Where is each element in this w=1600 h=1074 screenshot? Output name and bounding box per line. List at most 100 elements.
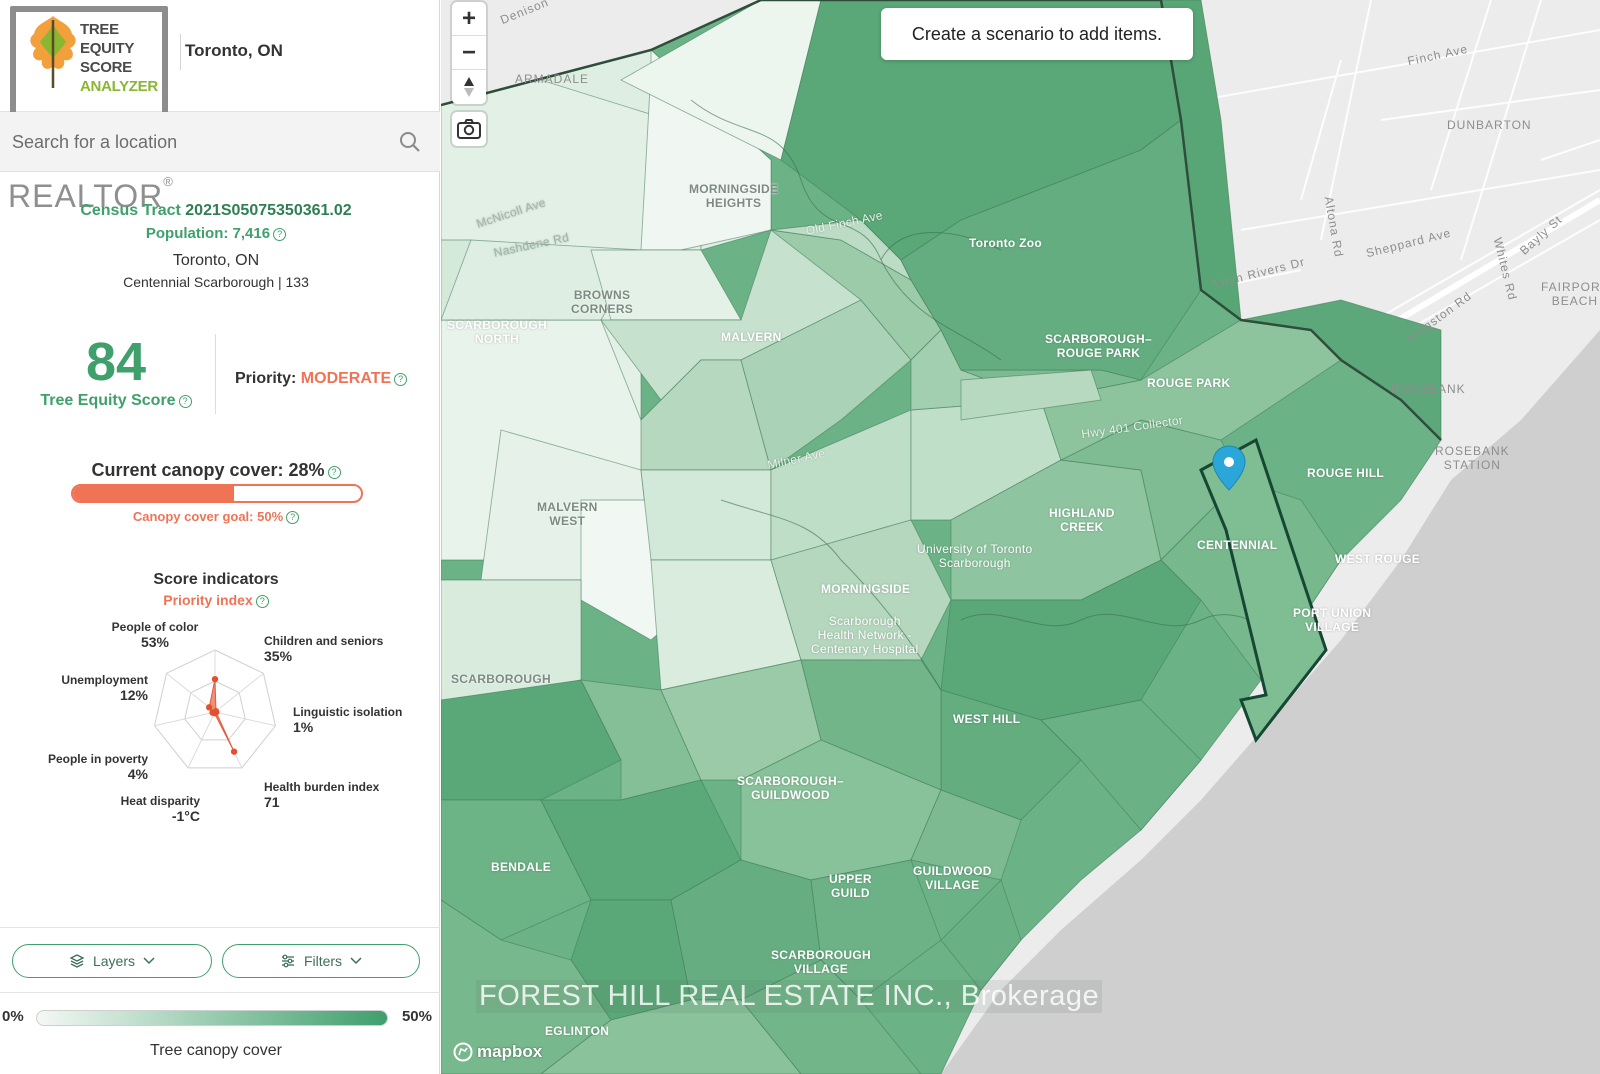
tract-location: Toronto, ON	[172, 252, 260, 269]
map-label: MALVERN WEST	[537, 500, 598, 528]
logo-line-1: TREE	[80, 21, 119, 38]
tract-subarea: Centennial Scarborough | 133	[123, 274, 309, 290]
header-city: Toronto, ON	[180, 34, 283, 70]
map-label: SCARBOROUGH– GUILDWOOD	[737, 774, 844, 802]
tree-equity-score: 84 Tree Equity Score?	[36, 332, 196, 410]
legend-min: 0%	[2, 1008, 24, 1025]
help-icon[interactable]: ?	[394, 373, 408, 386]
census-tract: Census Tract 2021S05075350361.02	[0, 202, 432, 220]
canopy-progress-bar	[71, 484, 363, 503]
layers-label: Layers	[92, 953, 136, 969]
map-label: Toronto Zoo	[969, 236, 1043, 250]
legend-gradient	[36, 1010, 388, 1026]
help-icon[interactable]: ?	[255, 595, 269, 608]
screenshot-button[interactable]	[452, 112, 486, 146]
map-label: PORT UNION VILLAGE	[1293, 606, 1372, 634]
search-input[interactable]	[0, 112, 390, 172]
priority-value: MODERATE	[300, 370, 392, 387]
map-label: MALVERN	[721, 330, 782, 344]
map-label: SCARBOROUGH VILLAGE	[771, 948, 871, 976]
map-canvas[interactable]: + − Create a scenario to add items. MORN…	[441, 0, 1600, 1074]
help-icon[interactable]: ?	[286, 511, 300, 524]
legend-caption: Tree canopy cover	[150, 1042, 282, 1059]
map-label: FAIRPORTBEACH	[1541, 280, 1600, 308]
radar-axis	[214, 672, 264, 713]
canopy-legend: 0% 50% Tree canopy cover	[0, 1000, 440, 1074]
radar-axis	[214, 711, 276, 727]
map-label: MORNINGSIDE HEIGHTS	[689, 182, 779, 210]
layer-filter-bar: Layers Filters	[0, 927, 440, 993]
oak-leaf-icon	[30, 16, 76, 88]
layers-button[interactable]: Layers	[12, 944, 212, 978]
map-label: BENDALE	[491, 860, 552, 874]
map-label: University of Toronto Scarborough	[917, 542, 1033, 570]
zoom-controls: + −	[452, 2, 486, 104]
map-label: HIGHLAND CREEK	[1049, 506, 1115, 534]
score-label: Tree Equity Score?	[36, 392, 196, 410]
canopy-progress-fill	[73, 486, 235, 501]
census-tract-id: 2021S05075350361.02	[185, 202, 352, 219]
radar-axis	[154, 711, 216, 727]
mapbox-logo-icon	[453, 1042, 473, 1062]
screenshot-control	[452, 112, 486, 146]
indicator-heat-disparity: Heat disparity -1°C	[120, 794, 200, 824]
indicator-unemployment: Unemployment 12%	[61, 673, 148, 703]
search-bar	[0, 112, 440, 172]
map-label: UPPER GUILD	[829, 872, 872, 900]
map-label: Scarborough Health Network - Centenary Hos…	[811, 614, 919, 656]
sidebar: TREE EQUITY SCORE ANALYZER Toronto, ON R…	[0, 0, 440, 1074]
score-value: 84	[85, 332, 147, 392]
logo-line-4: ANALYZER	[80, 78, 158, 95]
tree-equity-app: TREE EQUITY SCORE ANALYZER Toronto, ON R…	[0, 0, 1600, 1074]
map-label: ROSEBANK	[1391, 382, 1466, 396]
filters-label: Filters	[303, 953, 343, 969]
map-label: ROUGE PARK	[1147, 376, 1231, 390]
legend-max: 50%	[401, 1008, 432, 1025]
canopy-cover-title: Current canopy cover: 28%?	[0, 460, 432, 481]
map-label: CENTENNIAL	[1197, 538, 1278, 552]
radar-point	[205, 704, 213, 711]
indicator-children-seniors: Children and seniors 35%	[264, 634, 384, 664]
radar-point	[211, 675, 219, 683]
help-icon[interactable]: ?	[273, 228, 287, 241]
chevron-down-icon	[143, 957, 155, 965]
camera-icon	[457, 119, 481, 139]
priority: Priority: MODERATE?	[235, 370, 408, 388]
map-label: BROWNS CORNERS	[571, 288, 634, 316]
filters-button[interactable]: Filters	[222, 944, 420, 978]
map-label: WEST HILL	[953, 712, 1021, 726]
zoom-out-button[interactable]: −	[452, 36, 486, 70]
priority-label: Priority:	[235, 370, 297, 387]
indicator-people-in-poverty: People in poverty 4%	[47, 752, 148, 782]
map-label: ROUGE HILL	[1307, 466, 1384, 480]
map-svg[interactable]	[441, 0, 1600, 1074]
map-label: ARMADALE	[515, 72, 590, 86]
mapbox-attribution[interactable]: mapbox	[453, 1042, 542, 1062]
map-label: SCARBOROUGH NORTH	[447, 318, 547, 346]
logo-line-2: EQUITY	[80, 40, 135, 57]
census-tract-label: Census Tract	[80, 202, 181, 219]
layers-icon	[69, 954, 85, 968]
search-icon[interactable]	[398, 130, 422, 154]
zoom-in-button[interactable]: +	[452, 2, 486, 36]
indicator-linguistic-isolation: Linguistic isolation 1%	[293, 705, 403, 735]
map-label: WEST ROUGE	[1335, 552, 1421, 566]
divider	[215, 334, 216, 414]
map-label: DUNBARTON	[1447, 118, 1532, 132]
map-label: SCARBOROUGH– ROUGE PARK	[1045, 332, 1152, 360]
score-indicators-title: Score indicators	[153, 571, 279, 588]
map-label: GUILDWOOD VILLAGE	[913, 864, 992, 892]
help-icon[interactable]: ?	[178, 395, 192, 408]
priority-index: Priority index?	[0, 592, 432, 608]
compass-button[interactable]	[452, 70, 486, 104]
logo-line-3: SCORE	[80, 59, 132, 76]
help-icon[interactable]: ?	[327, 466, 341, 479]
chevron-down-icon	[350, 957, 362, 965]
map-label: EGLINTON	[545, 1024, 610, 1038]
map-label: MORNINGSIDE	[821, 582, 911, 596]
map-label: SCARBOROUGH	[451, 672, 551, 686]
brokerage-watermark: FOREST HILL REAL ESTATE INC., Brokerage	[476, 980, 1103, 1013]
radar-point	[230, 748, 238, 755]
app-header: TREE EQUITY SCORE ANALYZER Toronto, ON	[0, 0, 440, 172]
indicator-people-of-color: People of color 53%	[111, 620, 199, 650]
